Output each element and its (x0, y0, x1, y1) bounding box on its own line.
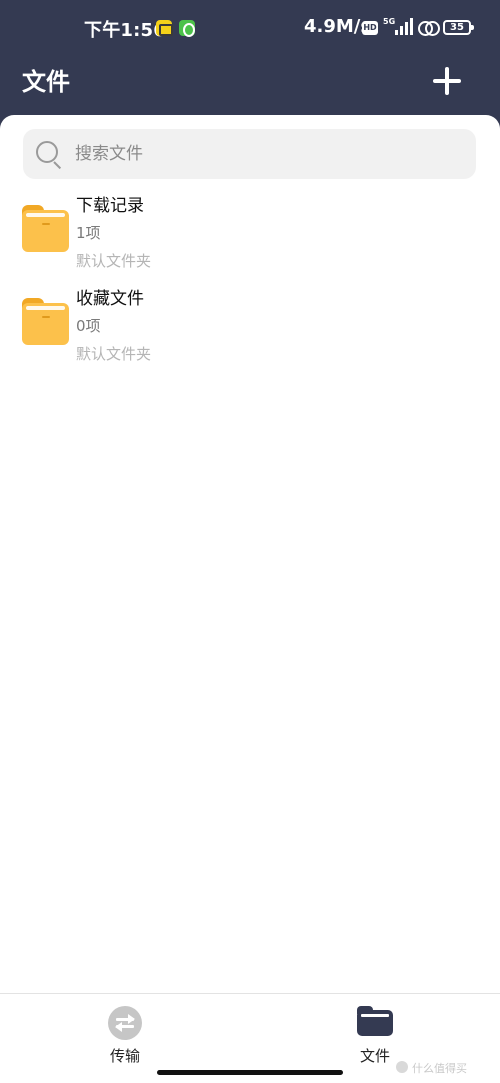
signal-label: 5G (383, 17, 396, 26)
search-handle (53, 161, 62, 170)
signal-bar (405, 22, 408, 35)
folder-name: 收藏文件 (76, 289, 144, 309)
folder-type: 默认文件夹 (76, 252, 152, 270)
add-button[interactable] (428, 62, 466, 100)
folder-paper (361, 1014, 389, 1017)
folder-paper (26, 306, 65, 310)
search-icon (36, 141, 64, 170)
watermark-logo-icon (396, 1061, 408, 1073)
list-item[interactable]: 下载记录 1项 默认文件夹 (0, 187, 500, 280)
battery-level: 35 (450, 22, 464, 33)
nav-label: 传输 (109, 1047, 140, 1065)
nav-item-files[interactable]: 文件 (325, 1002, 425, 1066)
folder-slot (42, 316, 50, 318)
status-time: 下午1:56 (84, 20, 166, 41)
signal-bar (410, 18, 413, 35)
watermark: 什么值得买 (412, 1062, 467, 1075)
transfer-arrow-tip (115, 1022, 122, 1032)
nav-item-transfer[interactable]: 传输 (75, 1002, 175, 1066)
status-bar: 下午1:56 4.9M/s HD 5G 35 (0, 0, 500, 56)
folder-icon (22, 205, 69, 252)
list-item[interactable]: 收藏文件 0项 默认文件夹 (0, 280, 500, 373)
signal-icon: 5G (383, 17, 413, 37)
folder-name: 下载记录 (76, 196, 144, 216)
search-lens (36, 141, 58, 163)
hd-icon: HD (362, 21, 378, 35)
battery-icon: 35 (443, 20, 474, 35)
folder-paper (26, 213, 65, 217)
page-title: 文件 (22, 68, 70, 96)
search-box[interactable] (23, 129, 476, 179)
folder-icon (357, 1006, 393, 1036)
search-input[interactable] (75, 129, 465, 179)
notification-chat-icon (179, 20, 195, 37)
folder-count: 0项 (76, 317, 101, 335)
signal-bar (395, 30, 398, 35)
notification-app-icon (156, 20, 173, 36)
home-indicator[interactable] (157, 1070, 343, 1075)
content-sheet: 下载记录 1项 默认文件夹 收藏文件 0项 默认文件夹 (0, 115, 500, 1083)
folder-slot (42, 223, 50, 225)
folder-list: 下载记录 1项 默认文件夹 收藏文件 0项 默认文件夹 (0, 187, 500, 373)
signal-bar (400, 26, 403, 35)
folder-count: 1项 (76, 224, 101, 242)
transfer-arrow-tip (128, 1014, 135, 1024)
link-icon (418, 19, 440, 36)
transfer-icon (108, 1006, 142, 1040)
nav-label: 文件 (359, 1047, 390, 1065)
folder-icon (22, 298, 69, 345)
folder-type: 默认文件夹 (76, 345, 152, 363)
